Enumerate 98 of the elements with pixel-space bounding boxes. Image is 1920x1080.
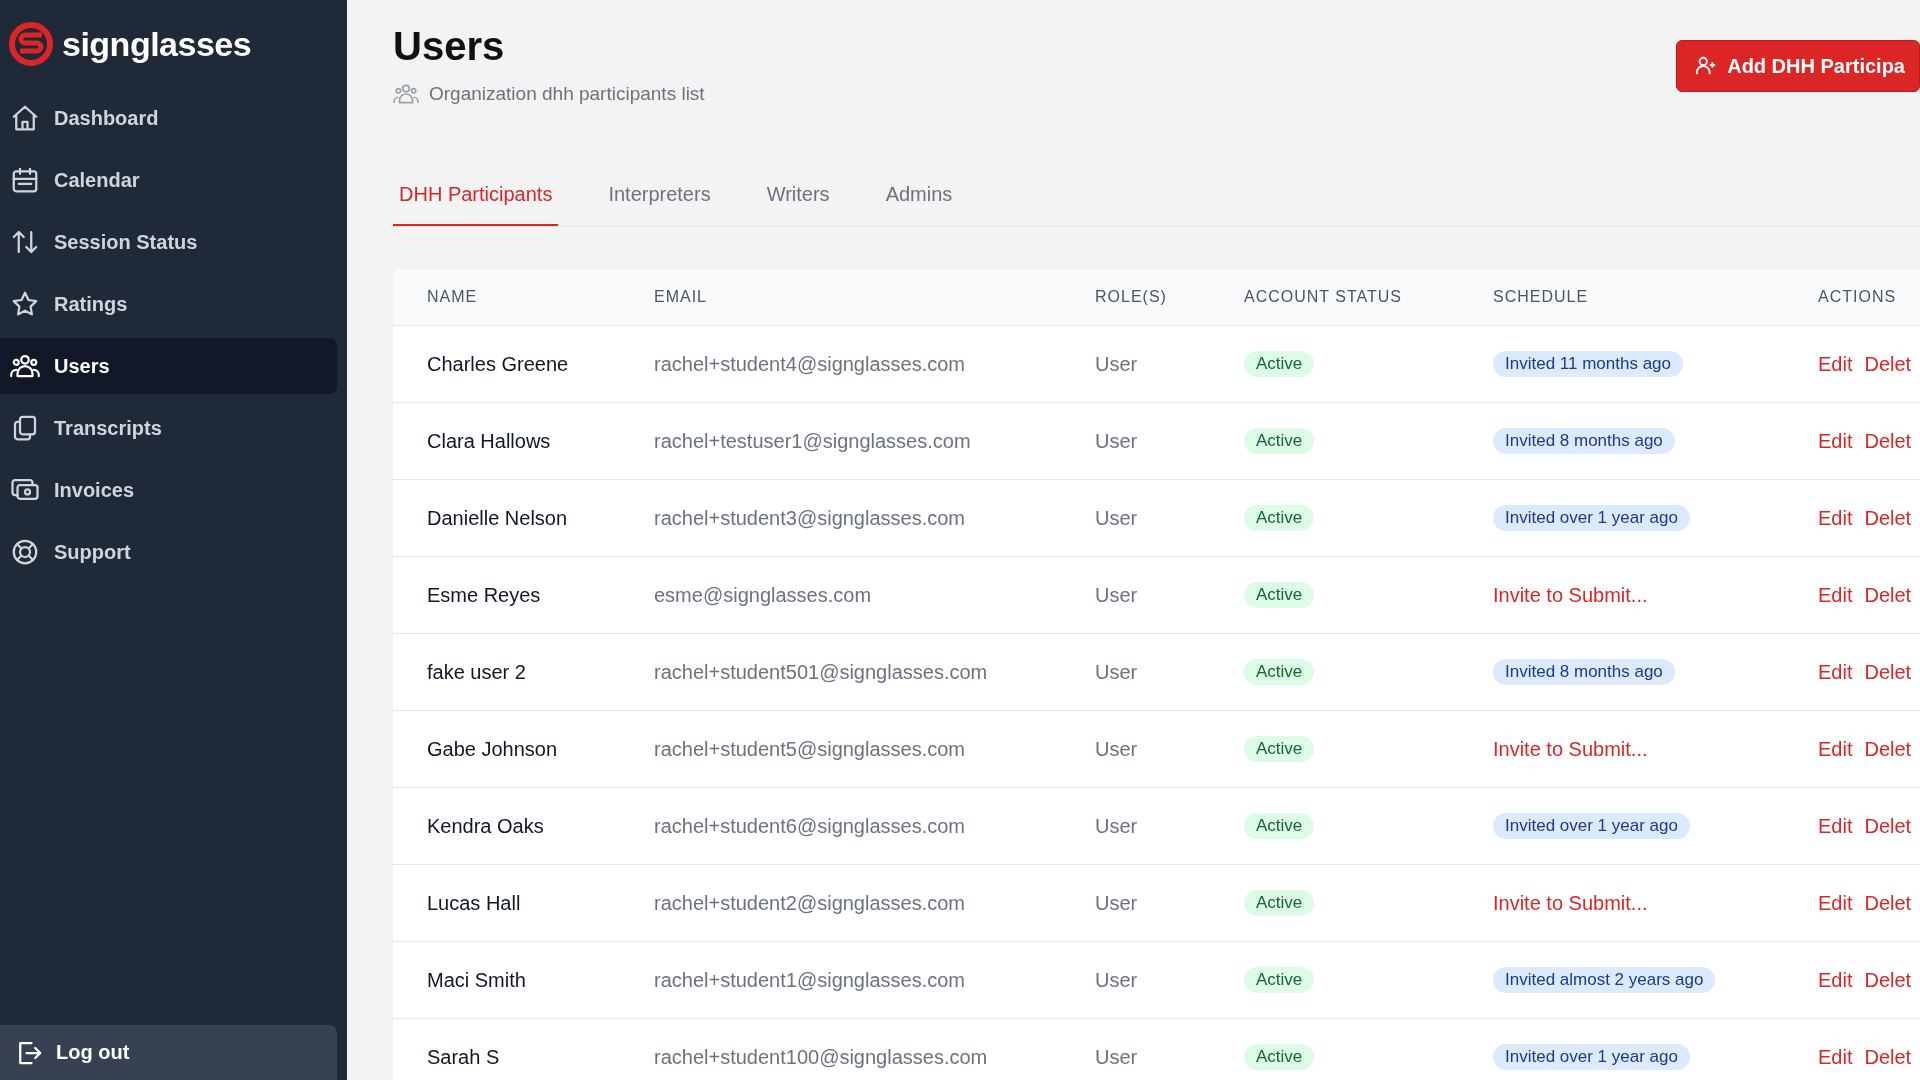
sidebar-item[interactable]: Ratings [0,276,337,332]
calendar-icon [10,165,40,195]
edit-link[interactable]: Edit [1818,352,1853,376]
delete-link[interactable]: Delet [1864,891,1912,915]
delete-link[interactable]: Delet [1864,583,1912,607]
edit-link[interactable]: Edit [1818,506,1853,530]
column-header: EMAIL [654,288,708,306]
tab[interactable]: Interpreters [602,171,717,226]
status-badge: Active [1244,967,1315,993]
table-cell-text: Sarah S [427,1045,501,1069]
status-badge: Active [1244,582,1315,608]
edit-link[interactable]: Edit [1818,891,1853,915]
table-cell-text: rachel+student3@signglasses.com [654,506,967,530]
table-cell-text: rachel+student4@signglasses.com [654,352,967,376]
status-badge: Active [1244,428,1315,454]
table-cell-text: Maci Smith [427,968,527,992]
sidebar-item[interactable]: Calendar [0,152,337,208]
table-cell-text: User [1095,1045,1139,1069]
table-cell-text: Esme Reyes [427,583,542,607]
lifebuoy-icon [10,537,40,567]
sidebar-item[interactable]: Session Status [0,214,337,270]
table-cell-text: User [1095,429,1139,453]
home-icon [10,103,40,133]
column-header: ACTIONS [1818,288,1898,306]
table-cell-text: rachel+student501@signglasses.com [654,660,989,684]
sidebar-item[interactable]: Transcripts [0,400,337,456]
table-cell-text: Gabe Johnson [427,737,559,761]
status-badge: Active [1244,736,1315,762]
invite-status-badge: Invited almost 2 years ago [1493,967,1716,993]
table-cell-text: User [1095,968,1139,992]
edit-link[interactable]: Edit [1818,583,1853,607]
brand-name: signglasses [62,24,252,64]
column-header: ROLE(S) [1095,288,1168,306]
delete-link[interactable]: Delet [1864,506,1912,530]
table-cell-text: User [1095,814,1139,838]
delete-link[interactable]: Delet [1864,968,1912,992]
table-cell-text: Lucas Hall [427,891,522,915]
table-cell-text: rachel+student5@signglasses.com [654,737,967,761]
table-cell-text: Danielle Nelson [427,506,569,530]
table-cell-text: User [1095,660,1139,684]
table-cell-text: User [1095,506,1139,530]
edit-link[interactable]: Edit [1818,429,1853,453]
delete-link[interactable]: Delet [1864,737,1912,761]
invite-link[interactable]: Invite to Submit... [1493,891,1648,915]
table-cell-text: rachel+student1@signglasses.com [654,968,967,992]
table-cell-text: User [1095,583,1139,607]
logout-button[interactable]: Log out [0,1025,337,1080]
invite-status-badge: Invited over 1 year ago [1493,1044,1690,1070]
status-badge: Active [1244,351,1315,377]
status-badge: Active [1244,813,1315,839]
table-cell-text: Kendra Oaks [427,814,545,838]
status-badge: Active [1244,1044,1315,1070]
table-cell-text: Clara Hallows [427,429,552,453]
add-user-icon [1695,55,1718,77]
invite-status-badge: Invited 8 months ago [1493,659,1675,685]
page-subtitle: Organization dhh participants list [429,83,705,105]
table-cell-text: fake user 2 [427,660,527,684]
delete-link[interactable]: Delet [1864,352,1912,376]
tab[interactable]: Admins [879,171,959,226]
delete-link[interactable]: Delet [1864,660,1912,684]
delete-link[interactable]: Delet [1864,814,1912,838]
table-cell-text: esme@signglasses.com [654,583,873,607]
column-header: ACCOUNT STATUS [1244,288,1403,306]
invite-status-badge: Invited 8 months ago [1493,428,1675,454]
table-cell-text: User [1095,891,1139,915]
sidebar-item[interactable]: Support [0,524,337,580]
invite-status-badge: Invited over 1 year ago [1493,505,1690,531]
invite-status-badge: Invited 11 months ago [1493,351,1683,377]
page-title: Users [393,24,506,69]
sidebar-item[interactable]: Invoices [0,462,337,518]
invite-status-badge: Invited over 1 year ago [1493,813,1690,839]
edit-link[interactable]: Edit [1818,1045,1853,1069]
table-cell-text: rachel+testuser1@signglasses.com [654,429,972,453]
logo-icon [8,21,54,67]
delete-link[interactable]: Delet [1864,1045,1912,1069]
table-cell-text: User [1095,352,1139,376]
status-badge: Active [1244,659,1315,685]
add-participant-button[interactable]: Add DHH Participa [1676,40,1920,92]
table-cell-text: rachel+student100@signglasses.com [654,1045,989,1069]
tab[interactable]: DHH Participants [393,171,559,226]
edit-link[interactable]: Edit [1818,737,1853,761]
delete-link[interactable]: Delet [1864,429,1912,453]
invite-link[interactable]: Invite to Submit... [1493,737,1648,761]
table-cell-text: User [1095,737,1139,761]
column-header: NAME [427,288,479,306]
table-cell-text: Charles Greene [427,352,570,376]
sidebar-item[interactable]: Users [0,338,337,394]
edit-link[interactable]: Edit [1818,814,1853,838]
tab[interactable]: Writers [760,171,836,226]
invite-link[interactable]: Invite to Submit... [1493,583,1648,607]
edit-link[interactable]: Edit [1818,660,1853,684]
table-cell-text: rachel+student6@signglasses.com [654,814,967,838]
status-badge: Active [1244,890,1315,916]
status-badge: Active [1244,505,1315,531]
edit-link[interactable]: Edit [1818,968,1853,992]
sidebar-item[interactable]: Dashboard [0,90,337,146]
table-cell-text: rachel+student2@signglasses.com [654,891,967,915]
column-header: SCHEDULE [1493,288,1590,306]
